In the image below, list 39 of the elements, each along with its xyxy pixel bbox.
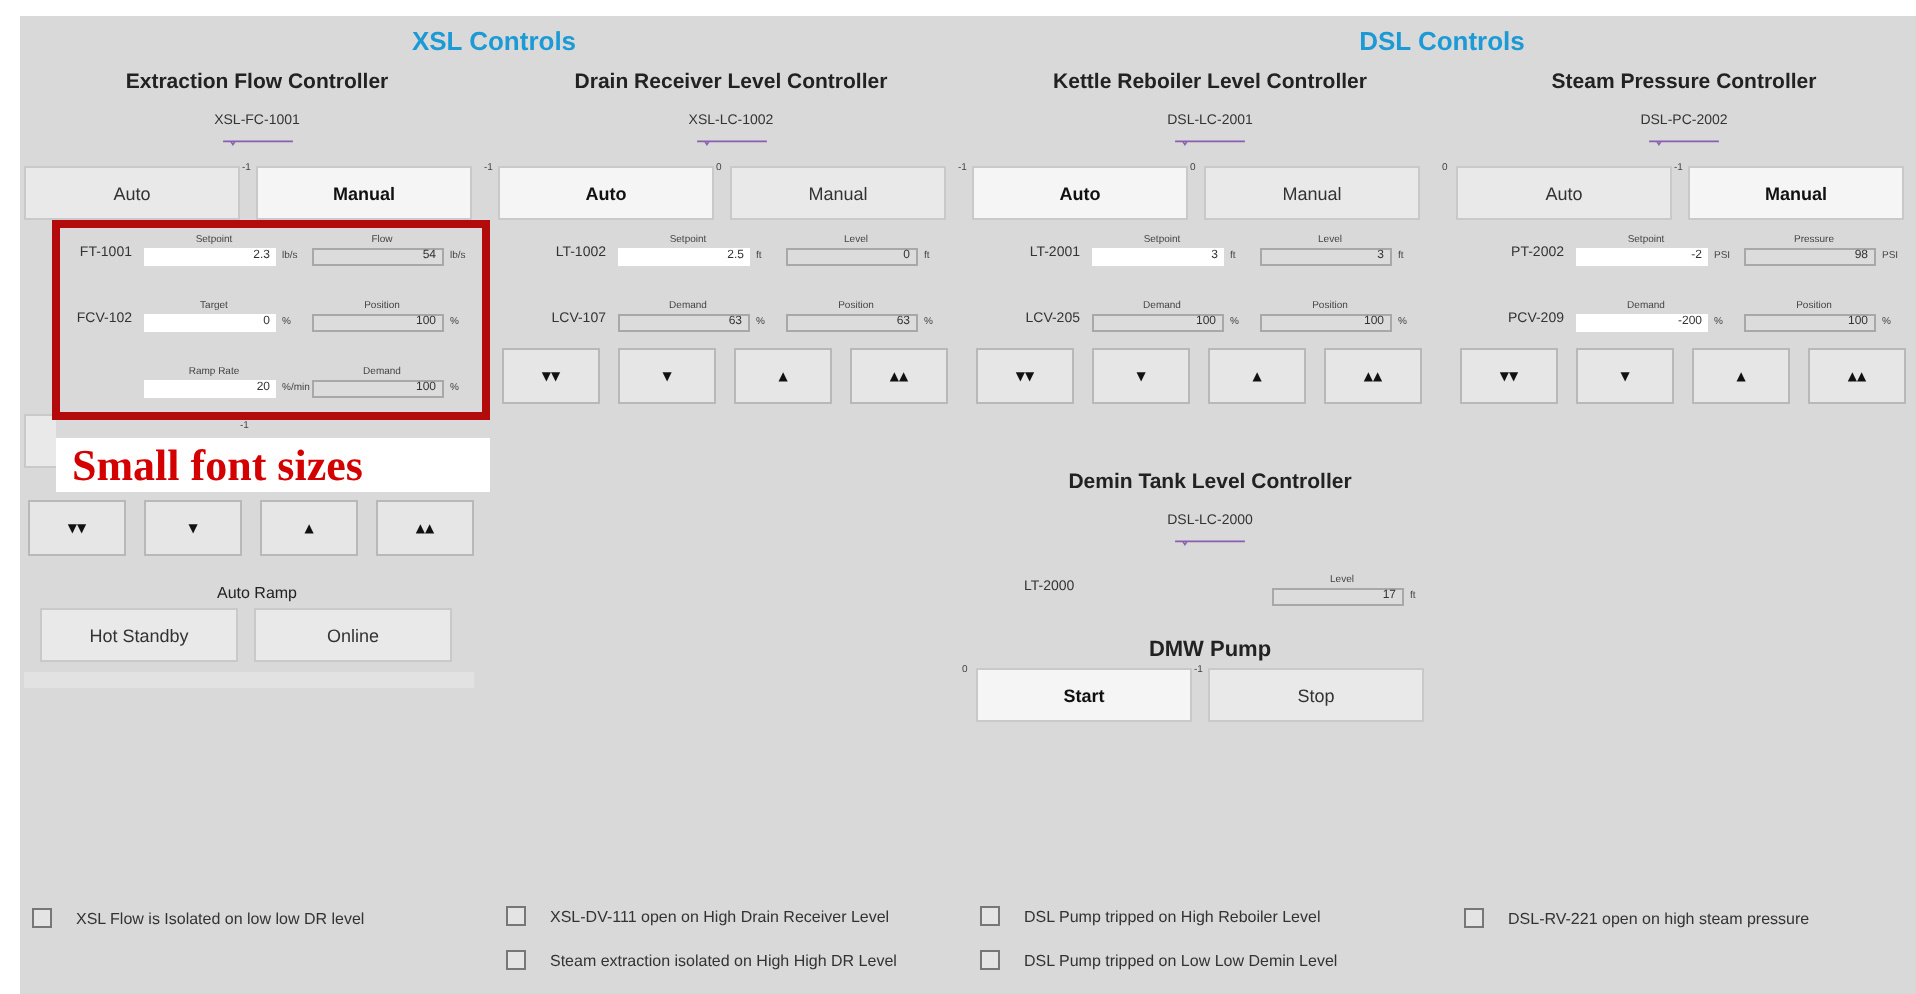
section-title: XSL Controls (411, 26, 577, 56)
mode-button[interactable]: Manual (1204, 166, 1420, 220)
section-title: DSL Controls (1359, 26, 1525, 56)
mode-button[interactable]: Manual (256, 166, 472, 220)
mode-button[interactable]: Stop (1208, 668, 1424, 722)
checkbox-label: DSL Pump tripped on High Reboiler Level (1024, 907, 1321, 925)
checkbox-label: XSL-DV-111 open on High Drain Receiver Level (550, 907, 890, 925)
annotation-label: Small font sizes (56, 438, 490, 492)
controller-title: Extraction Flow Controller (123, 70, 391, 96)
mode-button[interactable]: Auto (498, 166, 714, 220)
trend-line-icon (1648, 138, 1720, 148)
mode-button[interactable]: Auto (1456, 166, 1672, 220)
trend-line-icon (1174, 138, 1246, 148)
mode-button[interactable]: Start (976, 668, 1192, 722)
mode-button[interactable]: Manual (730, 166, 946, 220)
checkbox[interactable] (1464, 908, 1484, 928)
mode-button[interactable]: Auto (24, 166, 240, 220)
checkbox[interactable] (980, 950, 1000, 970)
checkbox-label: DSL-RV-221 open on high steam pressure (1508, 909, 1810, 927)
checkbox-label: XSL Flow is Isolated on low low DR level (76, 909, 365, 927)
controller-title: Demin Tank Level Controller (1066, 470, 1354, 496)
mode-button[interactable]: Auto (972, 166, 1188, 220)
ramp-button[interactable]: Online (254, 608, 452, 662)
controller-title: Steam Pressure Controller (1549, 70, 1819, 96)
trend-line-icon (221, 138, 293, 148)
section-label: Auto Ramp (214, 584, 300, 604)
checkbox[interactable] (506, 906, 526, 926)
checkbox-label: Steam extraction isolated on High High DR Level (550, 951, 897, 969)
controller-title: Drain Receiver Level Controller (572, 70, 890, 96)
trend-line-icon (1174, 538, 1246, 548)
controller-title: Kettle Reboiler Level Controller (1051, 70, 1369, 96)
section-label: DMW Pump (1146, 638, 1274, 664)
ramp-button[interactable]: Hot Standby (40, 608, 238, 662)
trend-line-icon (695, 138, 767, 148)
mode-button[interactable]: Manual (1688, 166, 1904, 220)
checkbox[interactable] (980, 906, 1000, 926)
checkbox[interactable] (506, 950, 526, 970)
checkbox-label: DSL Pump tripped on Low Low Demin Level (1024, 951, 1338, 969)
checkbox[interactable] (32, 908, 52, 928)
